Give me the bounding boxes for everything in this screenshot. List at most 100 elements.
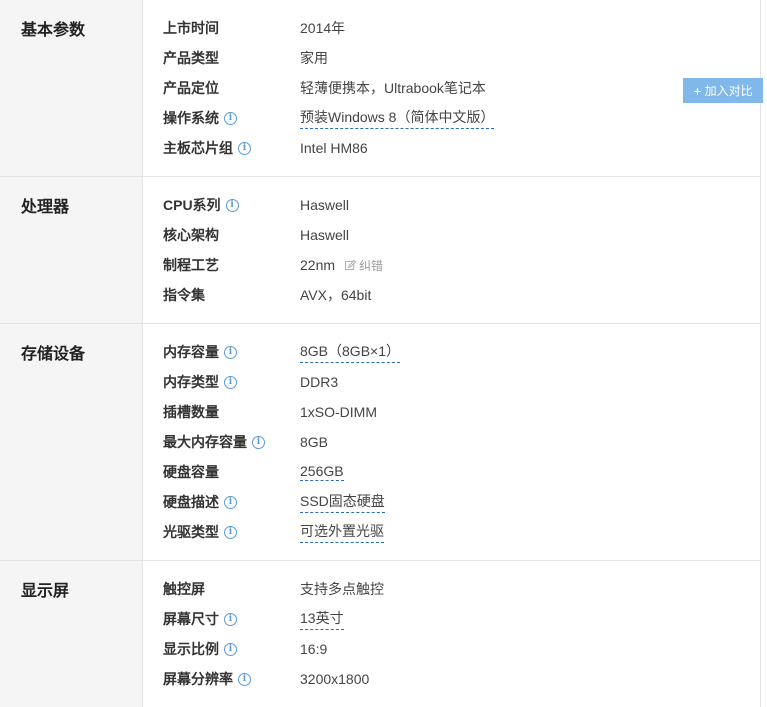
spec-label-text: 屏幕分辨率 — [163, 671, 233, 687]
spec-value-link[interactable]: 预装Windows 8（简体中文版） — [300, 107, 495, 129]
spec-value: 3200x1800 — [300, 671, 370, 687]
spec-label: 产品类型 — [143, 48, 300, 68]
spec-value: 1xSO-DIMM — [300, 404, 377, 420]
spec-value-link[interactable]: 13英寸 — [300, 608, 344, 630]
section-rows: 上市时间 2014年 产品类型 家用 产品定位 轻薄便携本，Ultrabook笔… — [143, 0, 760, 176]
spec-row: 硬盘容量 256GB — [143, 457, 760, 487]
spec-label-text: 硬盘容量 — [163, 464, 219, 480]
spec-label: CPU系列 i — [143, 195, 300, 215]
spec-value-link[interactable]: SSD固态硬盘 — [300, 491, 385, 513]
spec-label: 插槽数量 — [143, 402, 300, 422]
section-display: 显示屏 触控屏 支持多点触控 屏幕尺寸 i 13英寸 显示比例 i 16:9 屏幕分… — [0, 561, 760, 707]
section-basic: 基本参数 上市时间 2014年 产品类型 家用 产品定位 轻薄便携本，Ultra… — [0, 0, 760, 177]
spec-row: 屏幕尺寸 i 13英寸 — [143, 604, 760, 634]
info-icon[interactable]: i — [224, 612, 237, 626]
spec-row: 内存容量 i 8GB（8GB×1） — [143, 337, 760, 367]
spec-value: Intel HM86 — [300, 140, 368, 156]
spec-label: 上市时间 — [143, 18, 300, 38]
spec-value: Haswell — [300, 197, 350, 213]
spec-label-text: 触控屏 — [163, 581, 205, 597]
spec-row: 最大内存容量 i 8GB — [143, 427, 760, 457]
spec-row: 产品类型 家用 — [143, 43, 760, 73]
spec-value: Haswell — [300, 227, 350, 243]
info-icon[interactable]: i — [224, 642, 237, 656]
spec-row: 上市时间 2014年 — [143, 13, 760, 43]
spec-label: 核心架构 — [143, 225, 300, 245]
spec-value-text: 22nm — [300, 257, 336, 273]
spec-row: 内存类型 i DDR3 — [143, 367, 760, 397]
spec-value: 家用 — [300, 50, 328, 66]
spec-label: 最大内存容量 i — [143, 432, 300, 452]
spec-label-text: 内存类型 — [163, 374, 219, 390]
spec-label-text: 光驱类型 — [163, 524, 219, 540]
section-cpu: 处理器 CPU系列 i Haswell 核心架构 Haswell 制程工艺 22n… — [0, 177, 760, 324]
spec-row: 屏幕分辨率 i 3200x1800 — [143, 664, 760, 694]
spec-label-text: 制程工艺 — [163, 257, 219, 273]
spec-label: 触控屏 — [143, 579, 300, 599]
add-compare-label: 加入对比 — [704, 84, 753, 98]
info-icon[interactable]: i — [224, 495, 237, 509]
spec-row: 指令集 AVX，64bit — [143, 280, 760, 310]
edit-icon — [345, 259, 357, 270]
spec-value-link[interactable]: 可选外置光驱 — [300, 521, 384, 543]
spec-value-link[interactable]: 256GB — [300, 463, 344, 481]
spec-label-text: 指令集 — [163, 287, 205, 303]
spec-label-text: 最大内存容量 — [163, 434, 247, 450]
spec-row: CPU系列 i Haswell — [143, 190, 760, 220]
spec-label: 操作系统 i — [143, 108, 300, 128]
section-rows: 内存容量 i 8GB（8GB×1） 内存类型 i DDR3 插槽数量 1xSO-DI… — [143, 324, 760, 560]
spec-value: DDR3 — [300, 374, 339, 390]
spec-label-text: 核心架构 — [163, 227, 219, 243]
spec-label: 显示比例 i — [143, 639, 300, 659]
section-title: 基本参数 — [0, 0, 143, 176]
section-title: 处理器 — [0, 177, 143, 323]
spec-value: 22nm 纠错 — [300, 257, 383, 274]
info-icon[interactable]: i — [224, 525, 237, 539]
spec-label: 制程工艺 — [143, 255, 300, 275]
spec-label: 产品定位 — [143, 78, 300, 98]
spec-row: 主板芯片组 i Intel HM86 — [143, 133, 760, 163]
spec-label-text: 上市时间 — [163, 20, 219, 36]
spec-label: 硬盘容量 — [143, 462, 300, 482]
spec-row: 产品定位 轻薄便携本，Ultrabook笔记本 — [143, 73, 760, 103]
spec-label-text: 硬盘描述 — [163, 494, 219, 510]
section-rows: 触控屏 支持多点触控 屏幕尺寸 i 13英寸 显示比例 i 16:9 屏幕分辨率 i … — [143, 561, 760, 707]
spec-label-text: 插槽数量 — [163, 404, 219, 420]
spec-label-text: 屏幕尺寸 — [163, 611, 219, 627]
spec-row: 显示比例 i 16:9 — [143, 634, 760, 664]
spec-label-text: 显示比例 — [163, 641, 219, 657]
spec-row: 操作系统 i 预装Windows 8（简体中文版） — [143, 103, 760, 133]
spec-value-link[interactable]: 8GB（8GB×1） — [300, 341, 400, 363]
info-icon[interactable]: i — [224, 375, 237, 389]
spec-label-text: 产品定位 — [163, 80, 219, 96]
correction-link[interactable]: 纠错 — [345, 257, 383, 274]
spec-value: 16:9 — [300, 641, 328, 657]
spec-row: 光驱类型 i 可选外置光驱 — [143, 517, 760, 547]
info-icon[interactable]: i — [252, 435, 265, 449]
spec-row: 核心架构 Haswell — [143, 220, 760, 250]
info-icon[interactable]: i — [238, 672, 251, 686]
spec-value: 轻薄便携本，Ultrabook笔记本 — [300, 80, 486, 96]
info-icon[interactable]: i — [225, 198, 239, 212]
spec-label-text: 主板芯片组 — [163, 140, 233, 156]
section-title: 存储设备 — [0, 324, 143, 560]
correction-label: 纠错 — [359, 258, 384, 273]
spec-label: 屏幕尺寸 i — [143, 609, 300, 629]
add-compare-button[interactable]: + 加入对比 — [683, 78, 763, 103]
info-icon[interactable]: i — [224, 345, 237, 359]
section-rows: CPU系列 i Haswell 核心架构 Haswell 制程工艺 22nm 纠错 — [143, 177, 760, 323]
spec-label-text: 内存容量 — [163, 344, 219, 360]
spec-label: 硬盘描述 i — [143, 492, 300, 512]
info-icon[interactable]: i — [224, 111, 237, 125]
spec-label: 光驱类型 i — [143, 522, 300, 542]
spec-label-text: CPU系列 — [163, 197, 221, 213]
info-icon[interactable]: i — [238, 141, 251, 155]
spec-row: 触控屏 支持多点触控 — [143, 574, 760, 604]
spec-row: 硬盘描述 i SSD固态硬盘 — [143, 487, 760, 517]
spec-value: 2014年 — [300, 20, 346, 36]
section-title: 显示屏 — [0, 561, 143, 707]
spec-label: 主板芯片组 i — [143, 138, 300, 158]
spec-label: 指令集 — [143, 285, 300, 305]
spec-label: 内存容量 i — [143, 342, 300, 362]
spec-label: 内存类型 i — [143, 372, 300, 392]
